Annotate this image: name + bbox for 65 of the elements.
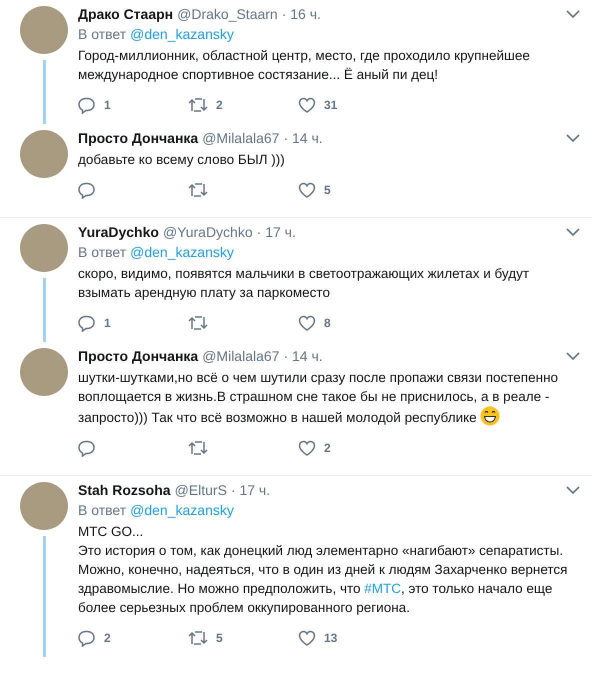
- mention-link[interactable]: @den_kazansky: [130, 502, 234, 518]
- heart-icon[interactable]: [298, 629, 316, 647]
- retweet-icon[interactable]: [188, 96, 208, 114]
- tweet-text: MTC GO... Это история о том, как донецкий люд элементарно «нагибают» сепаратисты. Можно, конечно, надеяться, что в один из дней к людям Захарченко вернется здравомыслие. Но можно предположить, что #МТС, это только начало еще более серьезных проблем оккупированного региона.: [78, 523, 568, 617]
- thread-line: [42, 60, 46, 124]
- reply-count: 1: [104, 98, 111, 112]
- reply-to-label: В ответ: [78, 244, 126, 260]
- tweet-time[interactable]: · 17 ч.: [230, 482, 270, 498]
- user-handle[interactable]: @YuraDychko: [162, 224, 253, 240]
- tweet-text: Город-миллионник, областной центр, место, где проходило крупнейшее международное спортивное состязание... Ё аный пи дец!: [78, 47, 531, 84]
- reply-icon[interactable]: [78, 439, 96, 457]
- avatar-photo[interactable]: [20, 348, 68, 396]
- thread-line: [42, 278, 46, 342]
- tweet-text: добавьте ко всему слово БЫЛ ))): [78, 151, 286, 169]
- heart-icon[interactable]: [298, 96, 316, 114]
- reply-to-label: В ответ: [78, 502, 126, 518]
- tweet-text: шутки-шутками,но всё о чем шутили сразу после пропажи связи постепенно воплощается в жизнь.В страшном сне такое бы не приснилось, а в реале - запросто))) Так что всё возможно в нашей молодой республике: [78, 369, 560, 427]
- user-handle[interactable]: @Milalala67: [202, 348, 280, 364]
- like-count: 8: [324, 316, 331, 330]
- chevron-down-icon[interactable]: [566, 228, 580, 236]
- retweet-icon[interactable]: [188, 439, 208, 457]
- chevron-down-icon[interactable]: [566, 352, 580, 360]
- chevron-down-icon[interactable]: [566, 10, 580, 18]
- user-name[interactable]: Просто Дончанка: [78, 348, 198, 364]
- tweet-time[interactable]: · 16 ч.: [282, 6, 321, 22]
- reply-icon[interactable]: [78, 629, 96, 647]
- user-handle[interactable]: @Milalala67: [202, 130, 280, 146]
- user-name[interactable]: Драко Стаарн: [78, 6, 174, 22]
- reply-icon[interactable]: [78, 96, 96, 114]
- reply-icon[interactable]: [78, 181, 96, 199]
- user-name[interactable]: YuraDychko: [78, 224, 159, 240]
- reply-count: 2: [104, 631, 111, 645]
- tweet-text: скоро, видимо, появятся мальчики в светоотражающих жилетах и будут взымать арендную плату за паркоместо: [78, 265, 530, 302]
- reply-icon[interactable]: [78, 314, 96, 332]
- tweet-time[interactable]: · 14 ч.: [283, 130, 323, 146]
- user-name[interactable]: Просто Дончанка: [78, 130, 198, 146]
- hashtag-link[interactable]: #МТС: [364, 581, 402, 596]
- mention-link[interactable]: @den_kazansky: [130, 244, 234, 260]
- chevron-down-icon[interactable]: [566, 134, 580, 142]
- retweet-count: 2: [216, 98, 223, 112]
- user-handle[interactable]: @ElturS: [174, 482, 227, 498]
- retweet-count: 5: [216, 631, 223, 645]
- user-handle[interactable]: @Drako_Staarn: [177, 6, 278, 22]
- heart-icon[interactable]: [298, 314, 316, 332]
- like-count: 2: [324, 441, 331, 455]
- avatar-photo[interactable]: [20, 6, 68, 54]
- heart-icon[interactable]: [298, 439, 316, 457]
- reply-to-label: В ответ: [78, 26, 126, 42]
- like-count: 31: [324, 98, 338, 112]
- tweet-time[interactable]: · 17 ч.: [256, 224, 296, 240]
- like-count: 5: [324, 183, 331, 197]
- grinning-face-icon: [480, 406, 500, 426]
- mention-link[interactable]: @den_kazansky: [130, 26, 234, 42]
- avatar-photo[interactable]: [20, 482, 68, 530]
- chevron-down-icon[interactable]: [566, 486, 580, 494]
- retweet-icon[interactable]: [188, 314, 208, 332]
- tweet-time[interactable]: · 14 ч.: [283, 348, 323, 364]
- avatar-photo[interactable]: [20, 224, 68, 272]
- user-name[interactable]: Stah Rozsoha: [78, 482, 171, 498]
- heart-icon[interactable]: [298, 181, 316, 199]
- reply-count: 1: [104, 316, 111, 330]
- avatar-photo[interactable]: [20, 130, 68, 178]
- retweet-icon[interactable]: [188, 629, 208, 647]
- like-count: 13: [324, 631, 338, 645]
- retweet-icon[interactable]: [188, 181, 208, 199]
